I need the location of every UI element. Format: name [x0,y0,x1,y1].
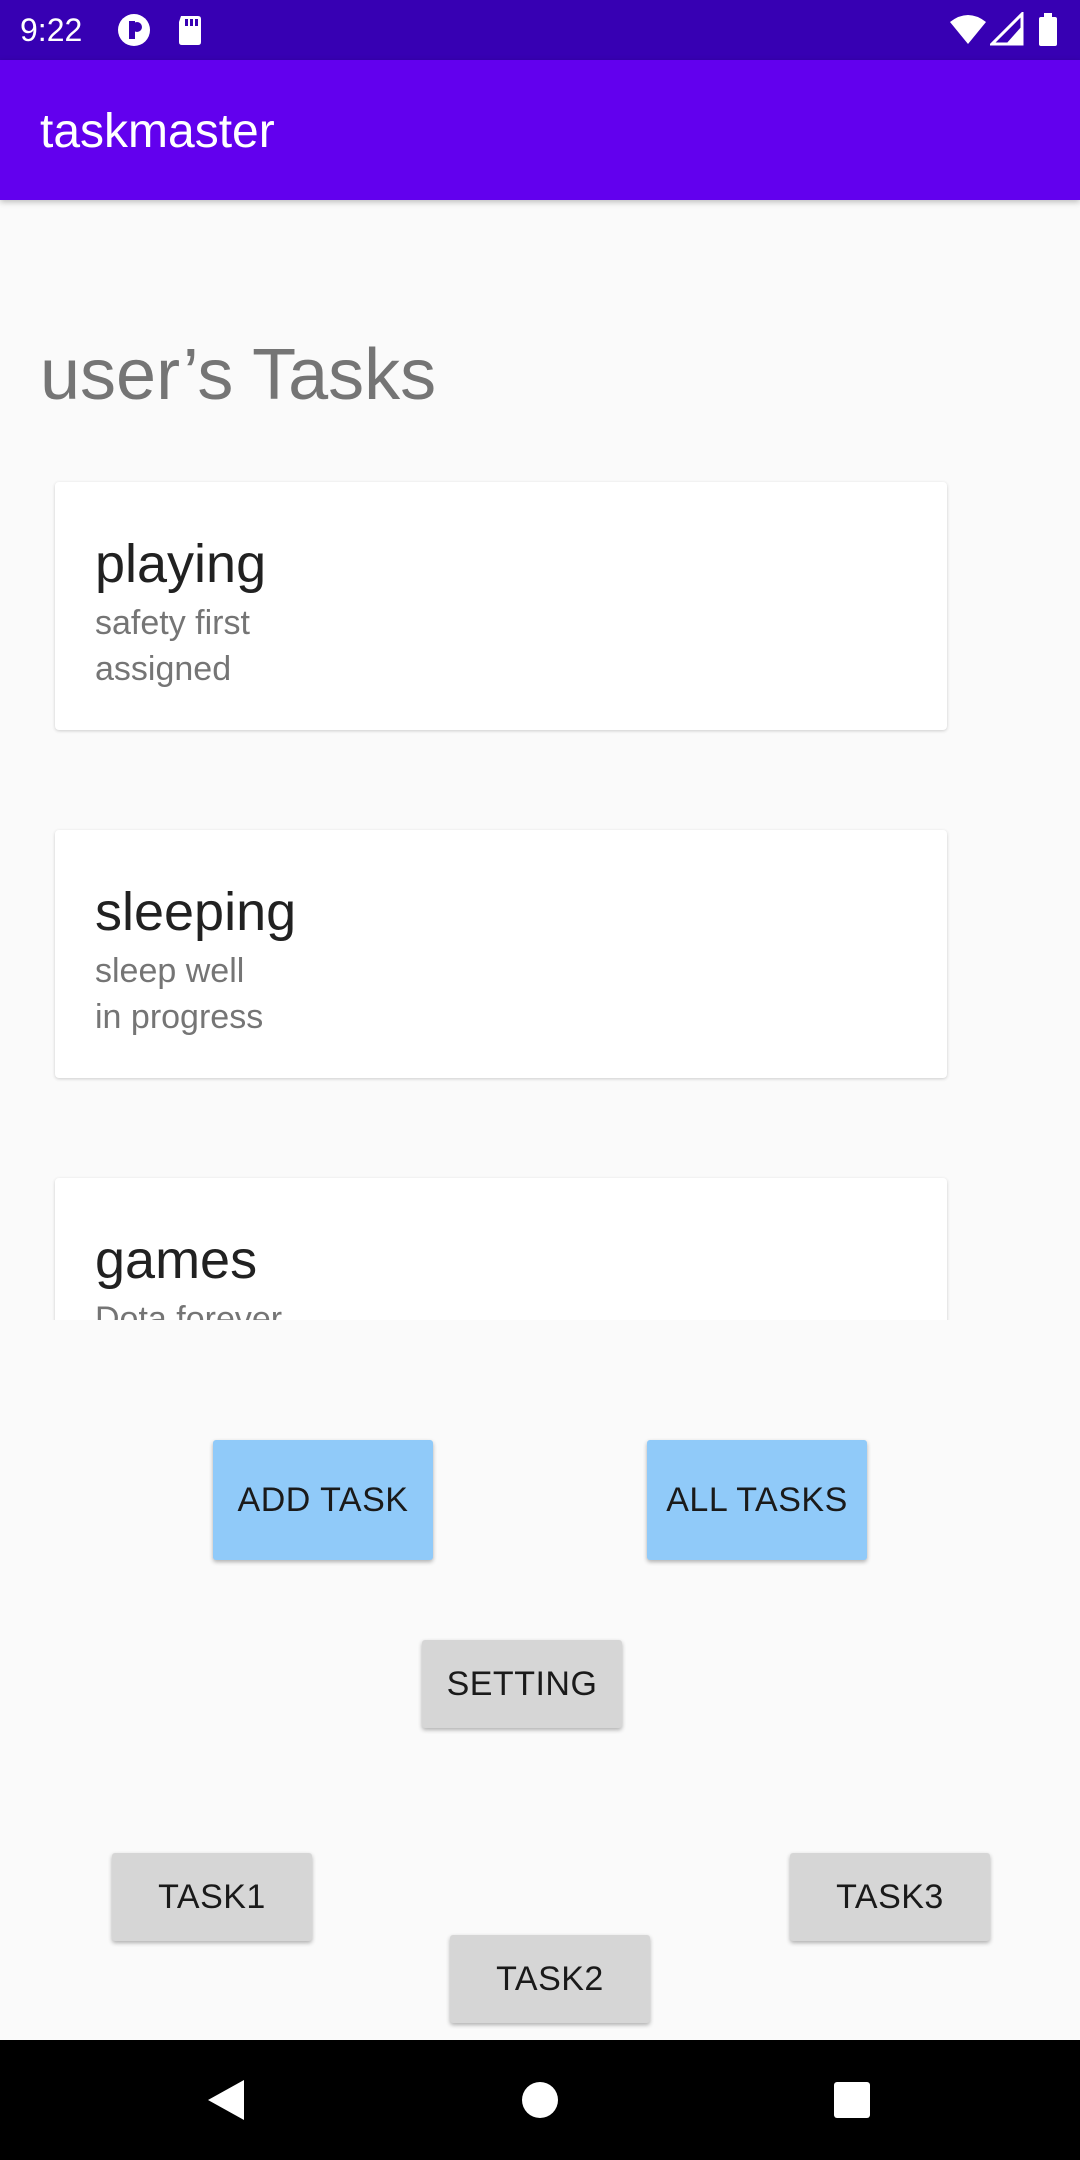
sd-card-icon [179,16,201,45]
signal-icon [990,12,1024,46]
page-heading: user’s Tasks [40,335,437,415]
task-list[interactable]: playing safety first assigned sleeping s… [0,480,1080,1320]
app-title: taskmaster [40,105,275,158]
task-title: sleeping [95,882,297,942]
task3-button[interactable]: TASK3 [790,1853,990,1941]
app-bar: taskmaster [0,60,1080,200]
status-bar: 9:22 [0,0,1080,60]
setting-button[interactable]: SETTING [422,1640,622,1728]
task1-button[interactable]: TASK1 [112,1853,312,1941]
task-state: assigned [95,650,232,688]
screen: 9:22 taskmaster user’s Tasks playing saf… [0,0,1080,2160]
add-task-button[interactable]: ADD TASK [213,1440,433,1560]
task-body: Dota forever [95,1300,283,1320]
back-icon[interactable] [196,2070,256,2130]
navigation-bar [0,2040,1080,2160]
task2-button[interactable]: TASK2 [450,1935,650,2023]
home-icon[interactable] [510,2070,570,2130]
all-tasks-button[interactable]: ALL TASKS [647,1440,867,1560]
task-title: games [95,1230,258,1290]
task-state: in progress [95,998,264,1036]
task-card[interactable]: sleeping sleep well in progress [55,830,947,1078]
task-title: playing [95,534,267,594]
task-card[interactable]: games Dota forever [55,1178,947,1320]
task-card[interactable]: playing safety first assigned [55,482,947,730]
wifi-icon [950,15,986,44]
task-body: safety first [95,604,250,642]
task-body: sleep well [95,952,245,990]
app-notification-icon [118,14,150,46]
battery-icon [1039,13,1057,46]
status-time: 9:22 [20,12,83,48]
recents-icon[interactable] [822,2070,882,2130]
